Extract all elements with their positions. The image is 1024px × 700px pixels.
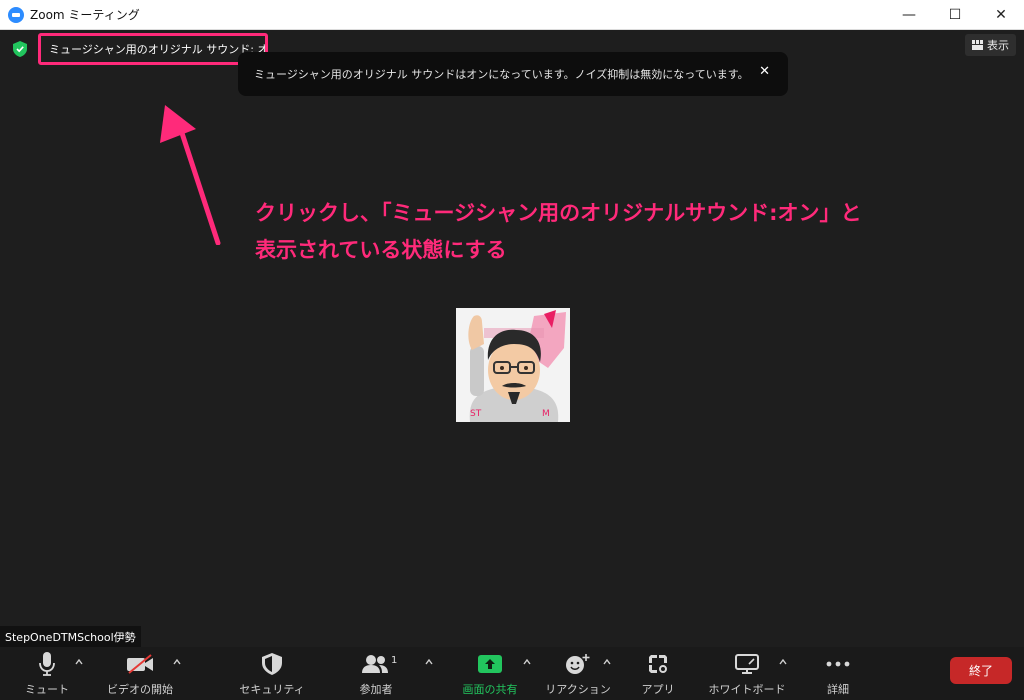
zoom-logo-icon xyxy=(8,6,24,23)
window-controls: — ☐ ✕ xyxy=(886,0,1024,30)
view-button-label: 表示 xyxy=(987,39,1009,52)
original-sound-label: ミュージシャン用のオリジナル サウンド: オン xyxy=(49,43,265,56)
more-dots-icon xyxy=(826,661,850,667)
meeting-toolbar: ミュート ビデオの開始 セキュリティ 参加者 1 画面の共有 リアクション アプ… xyxy=(0,647,1024,700)
security-shield-icon xyxy=(262,653,282,675)
reactions-label: リアクション xyxy=(545,683,611,696)
annotation-line-2: 表示されている状態にする xyxy=(255,238,507,262)
security-button[interactable]: セキュリティ xyxy=(232,651,312,697)
participants-label: 参加者 xyxy=(359,683,393,696)
share-screen-button[interactable]: 画面の共有 xyxy=(450,651,530,697)
apps-label: アプリ xyxy=(641,683,675,696)
mute-caret-icon[interactable] xyxy=(75,659,83,665)
video-button[interactable]: ビデオの開始 xyxy=(100,651,180,697)
annotation-text: クリックし、「ミュージシャン用のオリジナルサウンド:オン」と 表示されている状態… xyxy=(255,195,975,269)
apps-icon xyxy=(649,655,667,673)
reactions-button[interactable]: リアクション xyxy=(538,651,618,697)
security-label: セキュリティ xyxy=(239,683,305,696)
maximize-button[interactable]: ☐ xyxy=(932,0,978,30)
notice-text: ミュージシャン用のオリジナル サウンドはオンになっています。ノイズ抑制は無効にな… xyxy=(254,68,749,81)
window-title: Zoom ミーティング xyxy=(30,8,140,22)
reactions-caret-icon[interactable] xyxy=(603,659,611,665)
participant-avatar: ST M xyxy=(456,308,570,422)
encryption-shield-icon[interactable] xyxy=(13,41,27,57)
mute-button[interactable]: ミュート xyxy=(7,651,87,697)
grid-view-icon xyxy=(972,40,983,50)
svg-text:M: M xyxy=(542,409,550,419)
whiteboard-icon xyxy=(735,654,759,674)
end-meeting-button[interactable]: 終了 xyxy=(950,657,1012,684)
minimize-button[interactable]: — xyxy=(886,0,932,30)
share-screen-icon xyxy=(478,655,502,673)
notice-close-icon[interactable]: ✕ xyxy=(759,64,770,79)
original-sound-notice: ミュージシャン用のオリジナル サウンドはオンになっています。ノイズ抑制は無効にな… xyxy=(238,52,788,96)
participant-name-label: StepOneDTMSchool伊勢 xyxy=(0,626,141,647)
share-caret-icon[interactable] xyxy=(523,659,531,665)
annotation-arrow-icon xyxy=(160,105,221,245)
video-label: ビデオの開始 xyxy=(107,683,173,696)
participants-icon xyxy=(362,655,388,673)
video-off-icon xyxy=(127,654,153,674)
smiley-add-icon xyxy=(566,654,590,674)
svg-text:ST: ST xyxy=(470,409,482,419)
view-button[interactable]: 表示 xyxy=(965,34,1016,56)
whiteboard-caret-icon[interactable] xyxy=(779,659,787,665)
apps-button[interactable]: アプリ xyxy=(618,651,698,697)
meeting-canvas: ミュージシャン用のオリジナル サウンド: オン 表示 ミュージシャン用のオリジナ… xyxy=(0,30,1024,647)
more-button[interactable]: 詳細 xyxy=(798,651,878,697)
participants-count: 1 xyxy=(391,655,398,666)
share-screen-label: 画面の共有 xyxy=(462,683,518,696)
mute-label: ミュート xyxy=(25,683,69,696)
participants-button[interactable]: 参加者 xyxy=(336,651,416,697)
whiteboard-button[interactable]: ホワイトボード xyxy=(707,651,787,697)
title-bar: Zoom ミーティング — ☐ ✕ xyxy=(0,0,1024,30)
close-button[interactable]: ✕ xyxy=(978,0,1024,30)
video-caret-icon[interactable] xyxy=(173,659,181,665)
microphone-icon xyxy=(39,652,55,676)
original-sound-toggle[interactable]: ミュージシャン用のオリジナル サウンド: オン xyxy=(38,33,268,65)
whiteboard-label: ホワイトボード xyxy=(708,683,786,696)
participants-caret-icon[interactable] xyxy=(425,659,433,665)
annotation-line-1: クリックし、「ミュージシャン用のオリジナルサウンド:オン」と xyxy=(255,201,862,225)
more-label: 詳細 xyxy=(827,683,849,696)
